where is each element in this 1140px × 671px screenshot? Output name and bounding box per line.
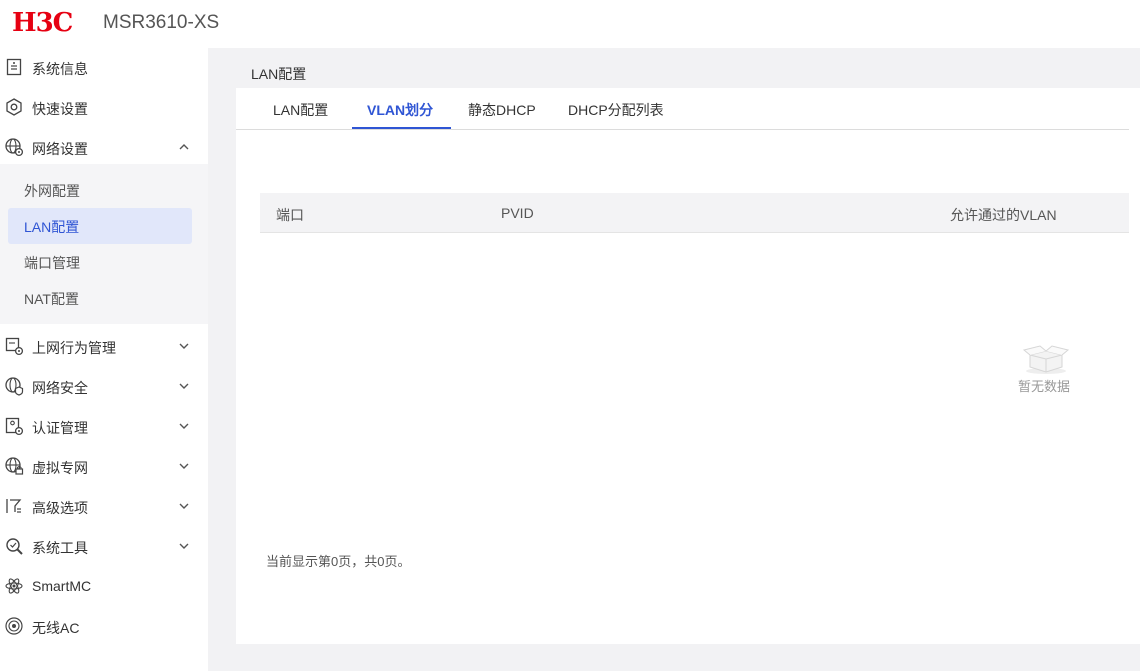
sidebar-item-label: 无线AC	[32, 620, 80, 636]
sidebar-item-system-tools[interactable]: 系统工具	[0, 527, 208, 567]
submenu-item-nat-config[interactable]: NAT配置	[8, 280, 192, 316]
empty-box-icon	[1022, 345, 1070, 374]
sidebar-item-label: 认证管理	[32, 420, 88, 436]
tab-lan-config[interactable]: LAN配置	[273, 100, 328, 120]
sidebar-item-label: 网络设置	[32, 141, 88, 157]
submenu-item-label: LAN配置	[24, 219, 80, 235]
sidebar-item-vpn[interactable]: 虚拟专网	[0, 447, 208, 487]
column-header-port[interactable]: 端口	[276, 205, 304, 225]
sidebar-item-auth-management[interactable]: 认证管理	[0, 407, 208, 447]
quick-setup-icon	[6, 98, 22, 116]
submenu-item-label: NAT配置	[24, 291, 79, 307]
chevron-down-icon	[179, 423, 189, 429]
table-header: 端口 PVID 允许通过的VLAN	[260, 193, 1129, 233]
device-model: MSR3610-XS	[103, 12, 220, 33]
chevron-down-icon	[179, 463, 189, 469]
pagination-status: 当前显示第0页，共0页。	[266, 554, 411, 569]
advanced-options-icon	[6, 499, 22, 513]
sidebar-item-behavior-management[interactable]: 上网行为管理	[0, 327, 208, 367]
network-security-icon	[5, 377, 24, 396]
logo-text: H3C	[12, 8, 73, 38]
chevron-up-icon	[179, 144, 189, 150]
behavior-management-icon	[5, 337, 24, 356]
submenu-item-label: 端口管理	[24, 255, 80, 271]
sidebar-item-label: 高级选项	[32, 500, 88, 516]
chevron-down-icon	[179, 383, 189, 389]
sidebar-item-label: 系统工具	[32, 540, 88, 556]
chevron-down-icon	[179, 543, 189, 549]
sidebar-item-label: SmartMC	[32, 578, 92, 594]
empty-state-text: 暂无数据	[1018, 379, 1071, 394]
auth-management-icon	[5, 417, 24, 436]
sidebar-item-smartmc[interactable]: SmartMC	[0, 567, 208, 607]
wireless-ac-icon	[5, 617, 23, 635]
sidebar-item-quick-setup[interactable]: 快速设置	[0, 88, 208, 128]
system-tools-icon	[6, 538, 23, 555]
sidebar-item-label: 系统信息	[32, 61, 88, 77]
sidebar-item-label: 网络安全	[32, 380, 88, 396]
smartmc-icon	[5, 578, 23, 594]
sidebar-item-system-info[interactable]: 系统信息	[0, 48, 208, 88]
bottom-strip	[216, 644, 1140, 671]
sidebar-item-label: 上网行为管理	[32, 340, 116, 356]
active-tab-indicator	[352, 127, 451, 129]
empty-state: 暂无数据	[1016, 343, 1076, 394]
column-header-pvid[interactable]: PVID	[501, 205, 534, 221]
system-info-icon	[6, 58, 22, 76]
title-bar	[216, 48, 1140, 88]
chevron-down-icon	[179, 343, 189, 349]
top-header: H3C MSR3610-XS	[0, 0, 1140, 48]
column-header-allowed-vlan[interactable]: 允许通过的VLAN	[950, 205, 1057, 225]
vpn-icon	[5, 457, 24, 475]
tab-vlan-division[interactable]: VLAN划分	[367, 100, 433, 120]
chevron-down-icon	[179, 503, 189, 509]
tab-dhcp-allocation-list[interactable]: DHCP分配列表	[568, 100, 664, 120]
submenu-item-label: 外网配置	[24, 183, 80, 199]
submenu-item-port-management[interactable]: 端口管理	[8, 244, 192, 280]
network-settings-icon	[5, 138, 24, 157]
sidebar-item-network-security[interactable]: 网络安全	[0, 367, 208, 407]
sidebar: 系统信息 快速设置 网络设置 外网配置 LAN配置 端口管理 NAT配置 上网行…	[0, 48, 208, 671]
sidebar-item-label: 快速设置	[32, 101, 88, 117]
sidebar-item-label: 虚拟专网	[32, 460, 88, 476]
sidebar-item-wireless-ac[interactable]: 无线AC	[0, 607, 208, 647]
tab-static-dhcp[interactable]: 静态DHCP	[468, 100, 536, 120]
sidebar-item-advanced-options[interactable]: 高级选项	[0, 487, 208, 527]
tab-bar: LAN配置 VLAN划分 静态DHCP DHCP分配列表	[236, 88, 1129, 130]
page-title: LAN配置	[251, 66, 307, 82]
sidebar-item-network-settings[interactable]: 网络设置	[0, 128, 208, 168]
submenu-item-wan-config[interactable]: 外网配置	[8, 172, 192, 208]
submenu-network-settings: 外网配置 LAN配置 端口管理 NAT配置	[0, 164, 208, 324]
sidebar-gutter	[208, 48, 236, 671]
submenu-item-lan-config[interactable]: LAN配置	[8, 208, 192, 244]
h3c-logo: H3C	[12, 8, 73, 38]
